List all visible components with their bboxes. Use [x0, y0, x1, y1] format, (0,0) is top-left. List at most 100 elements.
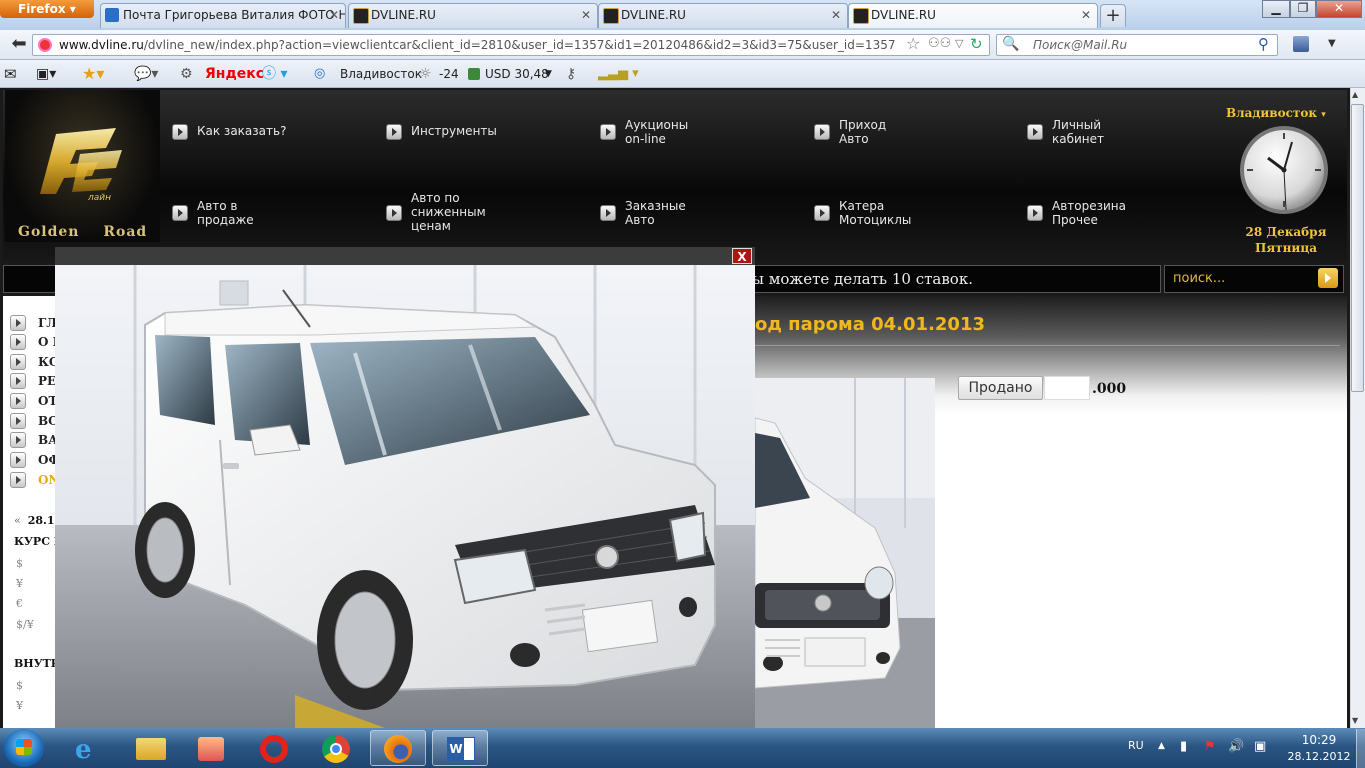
- menu-dropdown-icon[interactable]: ▼: [1328, 38, 1336, 49]
- tab-dvline-active[interactable]: DVLINE.RU ✕: [848, 3, 1098, 28]
- left-menu-item[interactable]: КО: [10, 354, 55, 370]
- weather-city[interactable]: Владивосток: [340, 66, 422, 82]
- arrow-icon: [10, 315, 26, 331]
- lightbox-car-photo: [55, 265, 755, 728]
- left-menu-label: ОФ: [38, 453, 55, 467]
- skype-icon[interactable]: ⓢ ▾: [262, 66, 287, 82]
- arrow-icon: [10, 354, 26, 370]
- left-menu-label: О К: [38, 335, 55, 349]
- site-identity-icon[interactable]: [38, 38, 52, 52]
- taskbar-media-player[interactable]: [184, 730, 240, 766]
- left-menu-label: РЕ: [38, 374, 55, 388]
- reload-icon[interactable]: ↻: [970, 35, 983, 53]
- key-icon[interactable]: ⚷: [566, 66, 576, 82]
- logo-emblem-icon[interactable]: лайн: [36, 124, 126, 202]
- maximize-button[interactable]: ❐: [1290, 0, 1316, 18]
- double-chevron-left-icon[interactable]: «: [14, 514, 21, 527]
- left-menu-label: КО: [38, 355, 55, 369]
- screenshot-icon[interactable]: ▣▾: [36, 66, 56, 82]
- back-arrow-icon[interactable]: ⬅: [8, 34, 30, 56]
- internet-explorer-icon: e: [75, 735, 92, 765]
- new-tab-button[interactable]: +: [1100, 4, 1126, 27]
- signal-bars-icon[interactable]: ▂▃▅ ▾: [598, 66, 639, 82]
- arrow-icon: [172, 205, 188, 221]
- taskbar-firefox[interactable]: [370, 730, 426, 766]
- favorites-star-icon[interactable]: ★▾: [82, 66, 104, 82]
- scrollbar-thumb[interactable]: [1351, 104, 1364, 392]
- arrow-icon: [1027, 205, 1043, 221]
- clock-time[interactable]: 10:29: [1284, 733, 1354, 747]
- action-center-icon[interactable]: ▣: [1254, 739, 1266, 754]
- left-menu-item[interactable]: ГЛ: [10, 315, 55, 331]
- clock-icon: [1240, 126, 1328, 214]
- taskbar-word[interactable]: W: [432, 730, 488, 766]
- bookmarks-icon[interactable]: [1293, 36, 1309, 52]
- lightbox-close-button[interactable]: X: [732, 248, 752, 264]
- left-menu-item[interactable]: ОФ: [10, 452, 55, 468]
- left-menu-item[interactable]: ВА: [10, 432, 55, 448]
- side-date-value: 28.1: [27, 514, 55, 527]
- reader-glasses-icon[interactable]: ⚇⚇: [928, 36, 951, 51]
- yandex-logo[interactable]: Яндекс: [205, 66, 264, 82]
- firefox-menu-label: Firefox: [18, 2, 66, 16]
- firefox-icon: [384, 735, 412, 763]
- firefox-menu-button[interactable]: Firefox ▾: [0, 0, 94, 18]
- header-city[interactable]: Владивосток ▾: [1226, 106, 1326, 120]
- device-icon[interactable]: ▮: [1180, 739, 1187, 754]
- tab-title: DVLINE.RU: [621, 8, 686, 22]
- left-menu-item[interactable]: О К: [10, 334, 55, 350]
- site-search-button[interactable]: [1318, 268, 1338, 288]
- keyboard-language[interactable]: RU: [1128, 739, 1144, 752]
- scroll-up-icon[interactable]: ▲: [1352, 90, 1358, 99]
- volume-icon[interactable]: 🔊: [1228, 739, 1244, 754]
- arrow-icon: [1027, 124, 1043, 140]
- tab-close-icon[interactable]: ✕: [329, 4, 339, 27]
- arrow-icon: [600, 205, 616, 221]
- mail-icon[interactable]: ✉: [4, 66, 17, 82]
- yandex-logo-text: Яндекс: [205, 66, 265, 82]
- minimize-button[interactable]: ▁: [1262, 0, 1290, 18]
- window-close-button[interactable]: ✕: [1316, 0, 1362, 18]
- arrow-icon: [172, 124, 188, 140]
- taskbar-opera[interactable]: [246, 730, 302, 766]
- tab-close-icon[interactable]: ✕: [581, 4, 591, 27]
- dropdown-arrow-icon[interactable]: ▽: [955, 37, 963, 50]
- site-search-input[interactable]: поиск...: [1164, 265, 1344, 293]
- show-desktop-button[interactable]: [1356, 729, 1365, 768]
- arrow-icon: [386, 124, 402, 140]
- left-menu-item[interactable]: ОТ: [10, 393, 55, 409]
- bookmark-star-icon[interactable]: ☆: [906, 34, 920, 53]
- search-engine-icon[interactable]: 🔍: [1002, 36, 1019, 52]
- gear-icon[interactable]: ⚙: [180, 66, 193, 82]
- taskbar-ie[interactable]: e: [60, 730, 116, 766]
- usd-rate[interactable]: USD 30,48: [485, 66, 549, 82]
- tab-dvline-1[interactable]: DVLINE.RU ✕: [348, 3, 598, 28]
- chat-bubble-icon[interactable]: 💬▾: [134, 66, 158, 82]
- left-menu-item[interactable]: ON: [10, 472, 55, 488]
- header-date: 28 Декабря: [1245, 225, 1327, 239]
- currency-label: ¥: [16, 699, 23, 712]
- left-menu-item[interactable]: РЕ: [10, 373, 55, 389]
- weather-globe-icon[interactable]: ◎: [314, 66, 325, 82]
- taskbar-chrome[interactable]: [308, 730, 364, 766]
- weather-temp[interactable]: -24: [439, 66, 459, 82]
- price-input[interactable]: [1044, 376, 1090, 400]
- clock-date[interactable]: 28.12.2012: [1284, 750, 1354, 763]
- scroll-down-icon[interactable]: ▼: [1352, 716, 1358, 725]
- taskbar-explorer[interactable]: [122, 730, 178, 766]
- tab-close-icon[interactable]: ✕: [1081, 4, 1091, 27]
- tray-expand-icon[interactable]: ▲: [1158, 741, 1165, 751]
- sold-button[interactable]: Продано: [958, 376, 1043, 400]
- tab-mail[interactable]: Почта Григорьева Виталия ФОТО Н... ✕: [100, 3, 346, 28]
- tab-close-icon[interactable]: ✕: [831, 4, 841, 27]
- network-error-icon[interactable]: ⚑: [1204, 739, 1216, 754]
- search-input[interactable]: Поиск@Mail.Ru: [996, 34, 1278, 56]
- address-bar[interactable]: www.dvline.ru/dvline_new/index.php?actio…: [32, 34, 990, 56]
- url-path: /dvline_new/index.php?action=viewclientc…: [143, 38, 896, 52]
- search-icon[interactable]: ⚲: [1258, 35, 1269, 53]
- car-photo-thumbnail[interactable]: [755, 378, 935, 728]
- left-menu-item[interactable]: ВО: [10, 413, 55, 429]
- tab-dvline-2[interactable]: DVLINE.RU ✕: [598, 3, 848, 28]
- chevron-down-icon[interactable]: ▼: [545, 66, 552, 82]
- currency-label: $: [16, 557, 23, 570]
